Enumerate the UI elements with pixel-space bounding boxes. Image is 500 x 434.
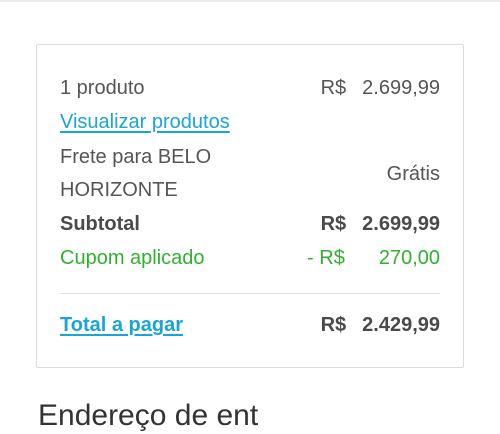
shipping-row: Frete para BELO HORIZONTE Grátis [60,145,440,202]
shipping-label: Frete para BELO HORIZONTE [60,145,440,202]
total-value: 2.429,99 [362,314,440,336]
delivery-address-heading: Endereço de ent [38,399,259,432]
shipping-label-line2: HORIZONTE [60,179,178,201]
products-count-label: 1 produto [60,77,145,99]
subtotal-price: R$ 2.699,99 [321,212,440,236]
top-divider [0,0,500,2]
view-products-row: Visualizar produtos [60,110,440,134]
coupon-price: - R$ 270,00 [307,246,440,270]
coupon-currency: - R$ [307,247,345,269]
summary-divider [60,293,440,294]
coupon-label: Cupom aplicado [60,247,205,269]
total-price: R$ 2.429,99 [321,313,440,337]
shipping-value: Grátis [386,163,440,185]
products-price-value: 2.699,99 [362,77,440,99]
products-price: R$ 2.699,99 [321,76,440,100]
coupon-value: 270,00 [378,247,440,269]
order-summary-card: 1 produto R$ 2.699,99 Visualizar produtos… [36,44,464,368]
subtotal-row: Subtotal R$ 2.699,99 [60,212,440,236]
shipping-label-line1: Frete para BELO [60,146,212,168]
products-row: 1 produto R$ 2.699,99 [60,76,440,100]
products-price-currency: R$ [320,77,347,99]
view-products-link[interactable]: Visualizar produtos [60,111,230,133]
total-to-pay-link[interactable]: Total a pagar [60,314,183,336]
coupon-row: Cupom aplicado - R$ 270,00 [60,246,440,270]
total-currency: R$ [320,314,347,336]
total-row: Total a pagar R$ 2.429,99 [60,313,440,337]
subtotal-value: 2.699,99 [362,213,440,235]
subtotal-currency: R$ [320,213,347,235]
subtotal-label: Subtotal [60,213,140,235]
